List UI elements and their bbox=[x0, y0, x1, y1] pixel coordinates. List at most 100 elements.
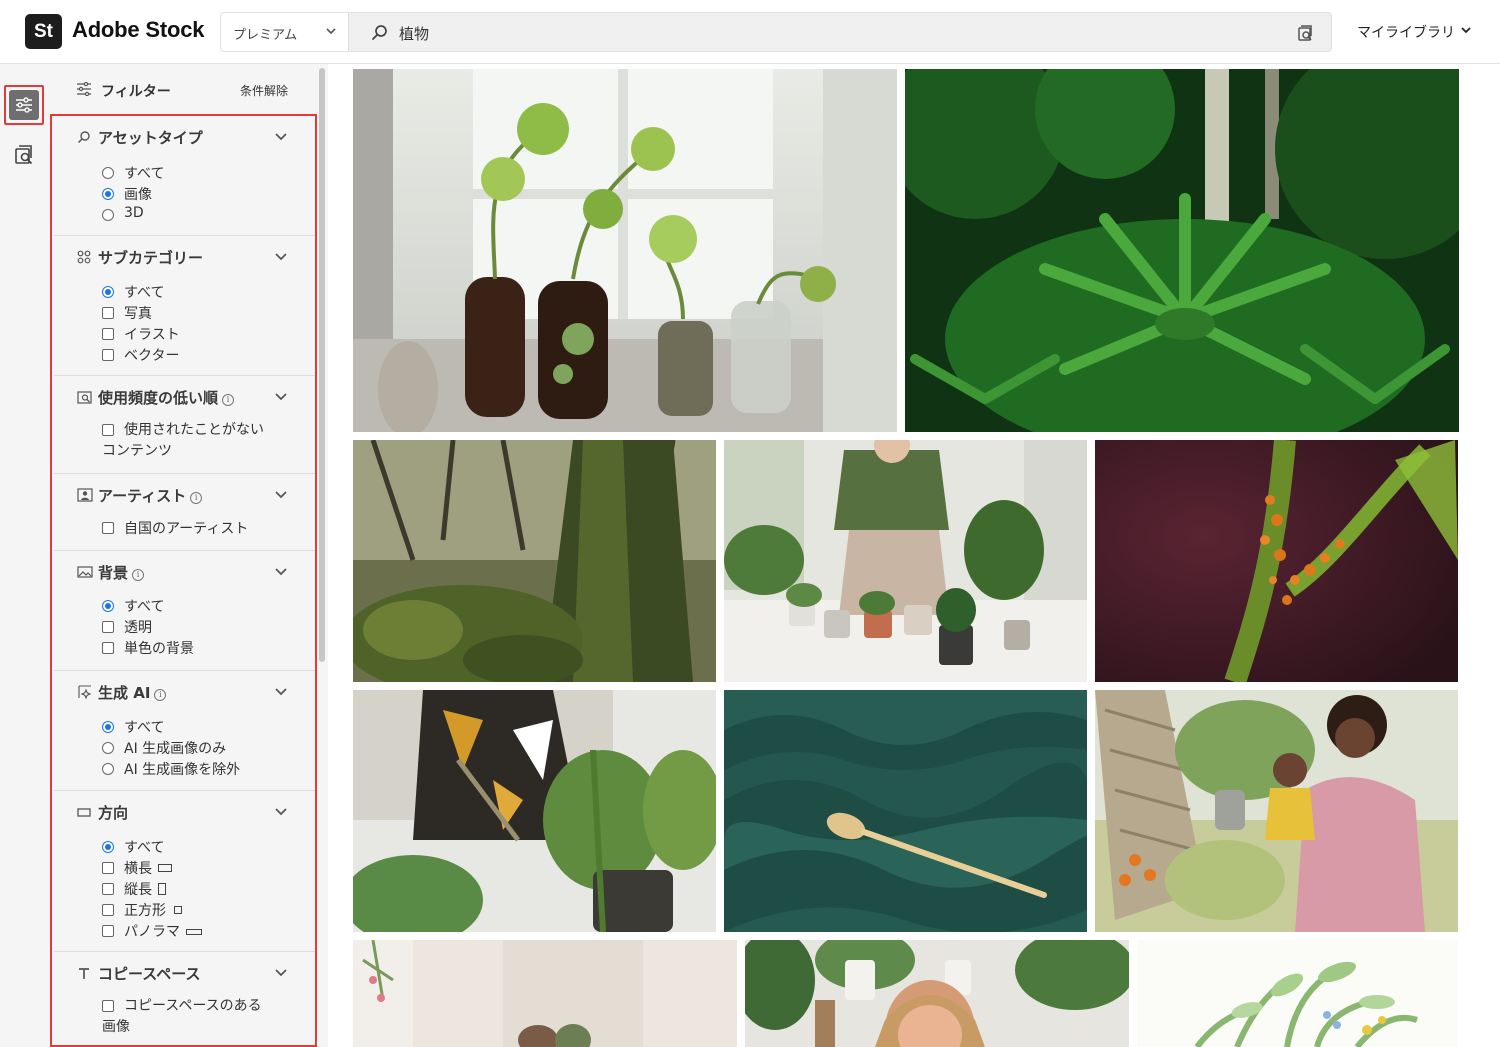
info-icon[interactable]: i bbox=[154, 689, 167, 701]
chevron-down-icon[interactable] bbox=[275, 133, 287, 141]
radio[interactable] bbox=[102, 763, 114, 775]
radio-selected[interactable] bbox=[102, 188, 114, 200]
chevron-down-icon[interactable] bbox=[275, 253, 287, 261]
section-title: 背景 i bbox=[98, 562, 145, 583]
image-icon bbox=[77, 566, 93, 578]
chevron-down-icon[interactable] bbox=[275, 969, 287, 977]
panorama-icon bbox=[186, 929, 202, 935]
checkbox[interactable] bbox=[102, 862, 114, 874]
search-input[interactable]: 植物 bbox=[399, 23, 429, 44]
result-image[interactable] bbox=[1095, 440, 1458, 682]
result-image[interactable] bbox=[724, 440, 1087, 682]
info-icon[interactable]: i bbox=[132, 569, 145, 581]
result-image[interactable] bbox=[724, 690, 1087, 932]
photo-plants-windowsill bbox=[353, 69, 897, 432]
radio[interactable] bbox=[102, 742, 114, 754]
filter-section-usage: 使用頻度の低い順 i 使用されたことがないコンテンツ bbox=[54, 376, 315, 474]
filter-section-background: 背景 i すべて 透明 単色の背景 bbox=[54, 551, 315, 671]
adobe-stock-logo[interactable]: St bbox=[25, 14, 62, 49]
result-image[interactable] bbox=[353, 940, 737, 1047]
checkbox[interactable] bbox=[102, 925, 114, 937]
checkbox[interactable] bbox=[102, 621, 114, 633]
chevron-down-icon[interactable] bbox=[275, 491, 287, 499]
usage-never-used[interactable]: 使用されたことがないコンテンツ bbox=[102, 420, 272, 464]
chevron-down-icon[interactable] bbox=[275, 393, 287, 401]
my-library-menu[interactable]: マイライブラリ bbox=[1357, 22, 1455, 42]
radio-selected[interactable] bbox=[102, 286, 114, 298]
option-label: 横長 bbox=[124, 858, 172, 878]
section-title-text: 生成 AI bbox=[98, 684, 151, 702]
option-label: 写真 bbox=[124, 306, 152, 322]
checkbox[interactable] bbox=[102, 904, 114, 916]
scrollbar-thumb[interactable] bbox=[319, 68, 325, 662]
filter-section-copy-space: コピースペース コピースペースのある画像 bbox=[54, 952, 315, 1045]
option-text: 横長 bbox=[124, 861, 152, 877]
radio-selected[interactable] bbox=[102, 841, 114, 853]
option-text: パノラマ bbox=[124, 924, 180, 940]
checkbox[interactable] bbox=[102, 522, 114, 534]
option-label: すべて bbox=[124, 285, 165, 301]
filter-toggle-button[interactable] bbox=[4, 85, 44, 125]
checkbox[interactable] bbox=[102, 328, 114, 340]
chevron-down-icon[interactable] bbox=[275, 808, 287, 816]
result-image[interactable] bbox=[745, 940, 1129, 1047]
search-icon bbox=[372, 25, 387, 40]
radio-selected[interactable] bbox=[102, 721, 114, 733]
section-title: 使用頻度の低い順 i bbox=[98, 387, 235, 408]
filter-panel-title: フィルター bbox=[101, 84, 171, 100]
section-title-text: 背景 bbox=[98, 564, 129, 582]
copy-space-option[interactable]: コピースペースのある画像 bbox=[102, 996, 272, 1040]
visual-search-icon[interactable] bbox=[1297, 24, 1315, 42]
chevron-down-icon bbox=[326, 28, 336, 35]
option-label: すべて bbox=[124, 720, 165, 736]
filter-section-asset-type: アセットタイプ すべて 画像 3D bbox=[54, 116, 315, 236]
option-label: 画像 bbox=[124, 187, 152, 203]
clear-filters-link[interactable]: 条件解除 bbox=[240, 82, 288, 99]
section-title: コピースペース bbox=[98, 965, 201, 983]
option-label: AI 生成画像を除外 bbox=[124, 762, 241, 778]
filter-scrollbar[interactable] bbox=[317, 64, 328, 1047]
visual-search-icon[interactable] bbox=[14, 144, 36, 166]
info-icon[interactable]: i bbox=[222, 394, 235, 406]
person-icon bbox=[77, 488, 93, 502]
section-title: アセットタイプ bbox=[98, 129, 203, 147]
result-image[interactable] bbox=[353, 69, 897, 432]
filter-section-artist: アーティスト i 自国のアーティスト bbox=[54, 474, 315, 551]
section-title: サブカテゴリー bbox=[98, 249, 204, 267]
checkbox[interactable] bbox=[102, 349, 114, 361]
result-image[interactable] bbox=[353, 440, 716, 682]
option-label: ベクター bbox=[124, 348, 180, 364]
chevron-down-icon[interactable] bbox=[275, 688, 287, 696]
option-label: AI 生成画像のみ bbox=[124, 741, 227, 757]
sparkle-icon bbox=[78, 685, 92, 699]
adobe-stock-wordmark[interactable]: Adobe Stock bbox=[72, 17, 204, 43]
license-tier-dropdown[interactable]: プレミアム bbox=[221, 13, 349, 51]
license-tier-label: プレミアム bbox=[233, 28, 298, 43]
section-title: 生成 AI i bbox=[98, 682, 167, 703]
sliders-icon bbox=[77, 82, 91, 96]
info-icon[interactable]: i bbox=[190, 492, 203, 504]
result-image[interactable] bbox=[353, 690, 716, 932]
option-label: パノラマ bbox=[124, 921, 202, 941]
checkbox[interactable] bbox=[102, 642, 114, 654]
result-image[interactable] bbox=[905, 69, 1459, 432]
result-image[interactable] bbox=[1095, 690, 1458, 932]
result-image[interactable] bbox=[1137, 940, 1458, 1047]
option-label: 正方形 bbox=[124, 900, 182, 920]
radio[interactable] bbox=[102, 209, 114, 221]
square-icon bbox=[174, 906, 182, 914]
chevron-down-icon[interactable] bbox=[1461, 27, 1471, 34]
radio-selected[interactable] bbox=[102, 600, 114, 612]
photo-smiling-woman-plants bbox=[745, 940, 1129, 1047]
results-grid bbox=[328, 64, 1500, 1047]
checkbox[interactable] bbox=[102, 883, 114, 895]
chevron-down-icon[interactable] bbox=[275, 568, 287, 576]
radio[interactable] bbox=[102, 167, 114, 179]
filter-section-subcategory: サブカテゴリー すべて 写真 イラスト ベクター bbox=[54, 236, 315, 376]
section-title-text: 使用頻度の低い順 bbox=[98, 389, 219, 407]
photo-mossy-tree bbox=[353, 440, 716, 682]
photo-fern-forest bbox=[905, 69, 1459, 432]
portrait-icon bbox=[158, 883, 166, 895]
photo-pruning-plant bbox=[353, 690, 716, 932]
checkbox[interactable] bbox=[102, 307, 114, 319]
